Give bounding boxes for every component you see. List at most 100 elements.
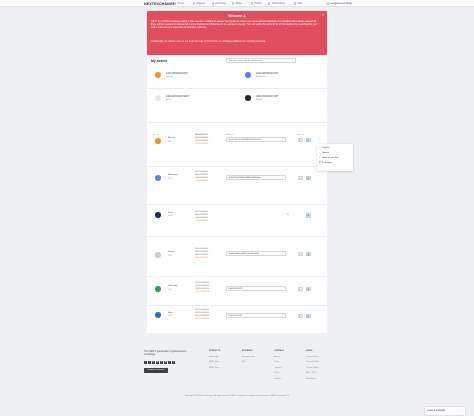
nav-wallet[interactable]: Wallet: [232, 2, 242, 5]
social-links: f t in ▶ ✈ ◉ r m: [144, 361, 175, 364]
nav-markets[interactable]: Markets: [193, 2, 205, 5]
copy-icon[interactable]: ⎘: [298, 313, 303, 318]
next-coin-icon: [155, 95, 161, 101]
leave-message-widget[interactable]: Leave a message ^: [425, 407, 465, 415]
more-options-icon[interactable]: ⋮: [317, 313, 320, 316]
footer-link[interactable]: Contact: [274, 377, 284, 383]
alert-text-1: NEXT is a hybrid exchange platform that …: [151, 20, 318, 30]
balance-card[interactable]: 1000.00000000 ETH Ethereum: [245, 70, 325, 84]
chevron-down-icon: ⌄: [291, 59, 294, 63]
copy-icon[interactable]: ⎘: [298, 175, 303, 180]
footer-link[interactable]: Privacy Policy: [306, 360, 319, 366]
deposit-address-field[interactable]: 1129900000011: [226, 313, 286, 318]
ripple-coin-icon: [245, 95, 251, 101]
asset-row: Frozen USD 1000.00000000 2000.00000000 1…: [147, 243, 327, 283]
qr-code-icon[interactable]: ▦: [306, 175, 311, 180]
youtube-icon[interactable]: ▶: [156, 361, 159, 364]
welcome-alert: Welcome ⚠ × NEXT is a hybrid exchange pl…: [147, 11, 327, 55]
copy-icon[interactable]: ⎘: [298, 286, 303, 291]
copy-icon[interactable]: ⎘: [298, 137, 303, 142]
footer-column-legal: LEGAL Terms of Use Privacy Policy Cookie…: [306, 349, 319, 382]
euro-coin-icon: [155, 312, 161, 318]
more-options-icon[interactable]: ⋮: [317, 137, 320, 140]
divider: [147, 236, 327, 237]
linkedin-icon[interactable]: in: [152, 361, 155, 364]
bitcoin-coin-icon: [155, 72, 161, 78]
deposit-address-field[interactable]: rDuMq7qb9fXnA6FTVpTHXvnbDN: [226, 251, 286, 256]
exchange-icon: ⇄: [319, 161, 321, 164]
qr-code-icon[interactable]: ▦: [306, 313, 311, 318]
telegram-icon[interactable]: ✈: [160, 361, 163, 364]
divider: [147, 305, 327, 306]
divider: [147, 276, 327, 277]
transactions-icon: [268, 2, 271, 5]
deposit-address-field[interactable]: 1000000000011: [226, 286, 286, 291]
warning-icon: ⚠: [242, 14, 246, 18]
twitter-icon[interactable]: t: [148, 361, 151, 364]
qr-code-icon[interactable]: ▦: [306, 251, 311, 256]
asset-row: Bitcoin BTC 1000.00000000 2000.00000000 …: [147, 133, 327, 173]
qr-code-icon[interactable]: ▦: [306, 137, 311, 142]
balance-card[interactable]: 1000.00000000 NEXT Next: [155, 93, 235, 107]
footer-link[interactable]: NEXT Pay: [209, 366, 220, 372]
frozen-coin-icon: [155, 252, 161, 258]
wallet-icon: [232, 2, 235, 5]
footer-link[interactable]: API: [242, 360, 254, 366]
facebook-icon[interactable]: f: [144, 361, 147, 364]
us-dollar-coin-icon: [155, 286, 161, 292]
footer-link[interactable]: NEXT Earn: [209, 360, 220, 366]
home-icon: [174, 2, 177, 5]
copyright: Copyright 2018 NEXT.exchange. All rights…: [184, 395, 290, 397]
more-options-icon[interactable]: ⋮: [317, 175, 320, 178]
more-options-icon[interactable]: ⋮: [317, 251, 320, 254]
more-options-icon[interactable]: ⋮: [317, 286, 320, 289]
markets-icon: [193, 2, 196, 5]
footer-column-company: COMPANY About Team Careers Press Contact: [274, 349, 284, 382]
exchange-icon: [212, 2, 215, 5]
nav-transactions[interactable]: Transactions: [268, 2, 285, 5]
copy-icon[interactable]: ⎘: [286, 213, 291, 218]
asset-search-select[interactable]: Select or search by Asset/Network ⌄: [226, 58, 296, 63]
asset-actions-menu: ↗ Transfer ↙ Deposit ⚷ Show private key ⇄ Ex…: [317, 144, 353, 171]
divider: [147, 122, 327, 123]
user-menu[interactable]: neo@next.exchange: [326, 1, 352, 5]
more-options-icon[interactable]: ⋮: [317, 213, 320, 216]
footer-tagline: The NEXT generation cryptocurrency excha…: [144, 350, 187, 357]
divider: [147, 166, 327, 167]
deposit-address-field[interactable]: 0x71A7f5b0f46A7a8fMb6h6k4F5bAa: [226, 175, 286, 180]
nav-home[interactable]: Home: [174, 2, 184, 5]
ethereum-coin-icon: [155, 175, 161, 181]
menu-item-exchange[interactable]: ⇄ Exchange: [319, 161, 351, 166]
create-account-button[interactable]: Create an account: [144, 368, 168, 373]
next-coin-icon: [155, 212, 161, 218]
qr-code-icon[interactable]: ▦: [306, 286, 311, 291]
instagram-icon[interactable]: ◉: [164, 361, 167, 364]
balance-card[interactable]: 1000.00000000 XRP Ripple: [245, 93, 325, 107]
medium-icon[interactable]: m: [172, 361, 175, 364]
alert-text-2: Additionally, we advise users to not kee…: [151, 40, 266, 43]
alert-title: Welcome ⚠: [228, 14, 246, 18]
chevron-up-icon: ^: [461, 409, 463, 413]
nav-help[interactable]: Help: [294, 2, 302, 5]
footer-link[interactable]: Disclaimer: [306, 377, 319, 383]
asset-row: Euro EUR 20000.00000000 20000.00000000 2…: [147, 309, 327, 349]
copy-icon[interactable]: ⎘: [298, 251, 303, 256]
nav-exchange[interactable]: Exchange: [212, 2, 226, 5]
balance-card[interactable]: 1000.00000000 BTC Bitcoin: [155, 70, 235, 84]
bitcoin-coin-icon: [155, 138, 161, 144]
qr-code-icon[interactable]: ▦: [306, 213, 311, 218]
top-bar: NEXTEXCHANGE Home Markets Exchange Walle…: [0, 0, 474, 7]
logo[interactable]: NEXTEXCHANGE: [144, 2, 175, 6]
nav-orders[interactable]: Orders: [251, 2, 262, 5]
panel-title: My assets: [151, 59, 168, 63]
close-icon[interactable]: ×: [322, 13, 324, 17]
deposit-address-field[interactable]: a9a7f4m6m3nQ9gXBbQXHx6kQcM2: [226, 137, 286, 142]
footer-column-products: PRODUCTS Exchange NEXT Earn NEXT Pay: [209, 349, 220, 371]
ethereum-coin-icon: [245, 72, 251, 78]
footer: [0, 346, 474, 416]
divider: [147, 204, 327, 205]
divider: [147, 88, 327, 89]
help-icon: [294, 2, 297, 5]
reddit-icon[interactable]: r: [168, 361, 171, 364]
orders-icon: [251, 2, 254, 5]
